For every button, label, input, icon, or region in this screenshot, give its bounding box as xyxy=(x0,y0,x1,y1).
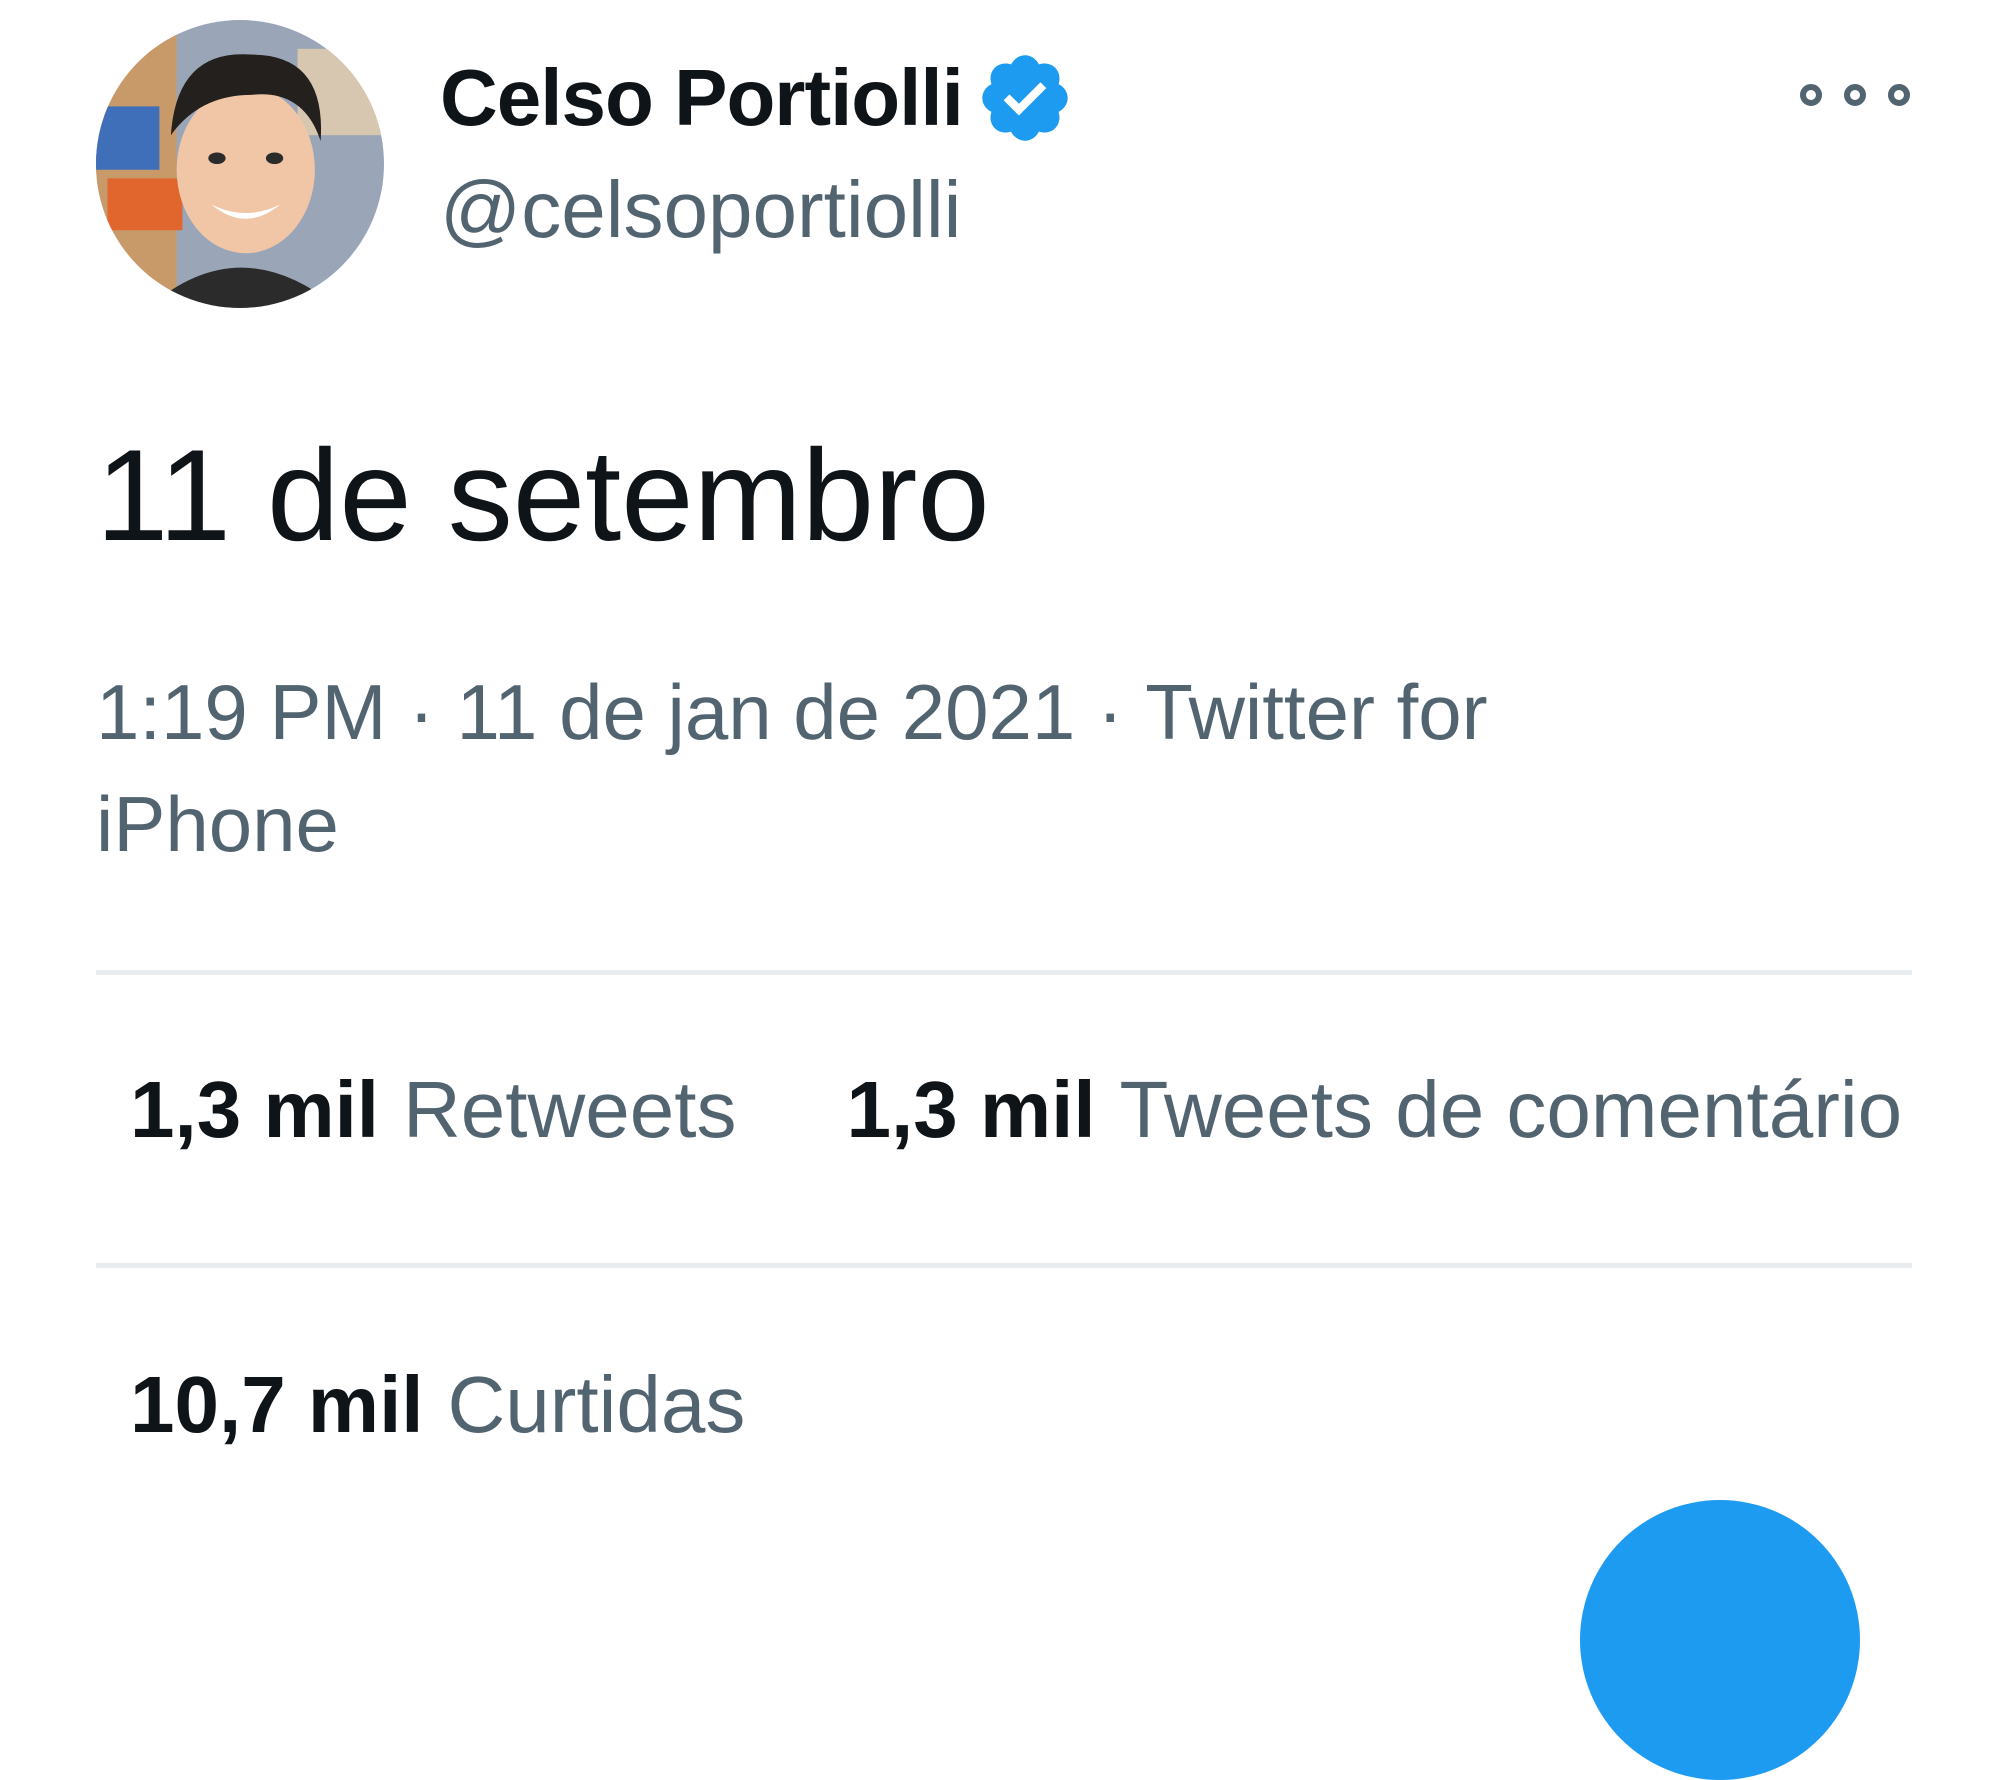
quotes-label: Tweets de comentário xyxy=(1119,1065,1903,1154)
more-dot xyxy=(1800,84,1822,106)
tweet-date[interactable]: 11 de jan de 2021 xyxy=(456,668,1075,756)
likes-label: Curtidas xyxy=(447,1360,746,1449)
avatar-image xyxy=(96,20,384,308)
likes-row: 10,7 mil Curtidas xyxy=(130,1355,745,1455)
retweets-count: 1,3 mil xyxy=(130,1065,380,1154)
divider xyxy=(96,970,1912,975)
quotes-count: 1,3 mil xyxy=(846,1065,1096,1154)
more-dot xyxy=(1844,84,1866,106)
stats-row: 1,3 mil Retweets 1,3 mil Tweets de comentár… xyxy=(130,1060,1902,1160)
retweets-label: Retweets xyxy=(403,1065,737,1154)
compose-tweet-button[interactable] xyxy=(1580,1500,1860,1780)
verified-badge-icon xyxy=(982,55,1068,141)
display-name[interactable]: Celso Portiolli xyxy=(440,50,964,146)
divider xyxy=(96,1263,1912,1268)
more-options-icon[interactable] xyxy=(1800,70,1910,120)
tweet-text: 11 de setembro xyxy=(96,422,990,568)
more-dot xyxy=(1888,84,1910,106)
likes-stat[interactable]: 10,7 mil Curtidas xyxy=(130,1355,745,1455)
meta-separator: · xyxy=(1097,668,1124,756)
quotes-stat[interactable]: 1,3 mil Tweets de comentário xyxy=(847,1060,1903,1160)
author-handle[interactable]: @celsoportiolli xyxy=(440,162,961,258)
meta-separator: · xyxy=(408,668,435,756)
likes-count: 10,7 mil xyxy=(130,1360,424,1449)
tweet-time[interactable]: 1:19 PM xyxy=(96,668,386,756)
retweets-stat[interactable]: 1,3 mil Retweets xyxy=(130,1060,737,1160)
tweet-meta: 1:19 PM · 11 de jan de 2021 · Twitter for iP… xyxy=(96,656,1736,880)
author-name-row: Celso Portiolli xyxy=(440,48,1075,148)
avatar[interactable] xyxy=(96,20,384,308)
